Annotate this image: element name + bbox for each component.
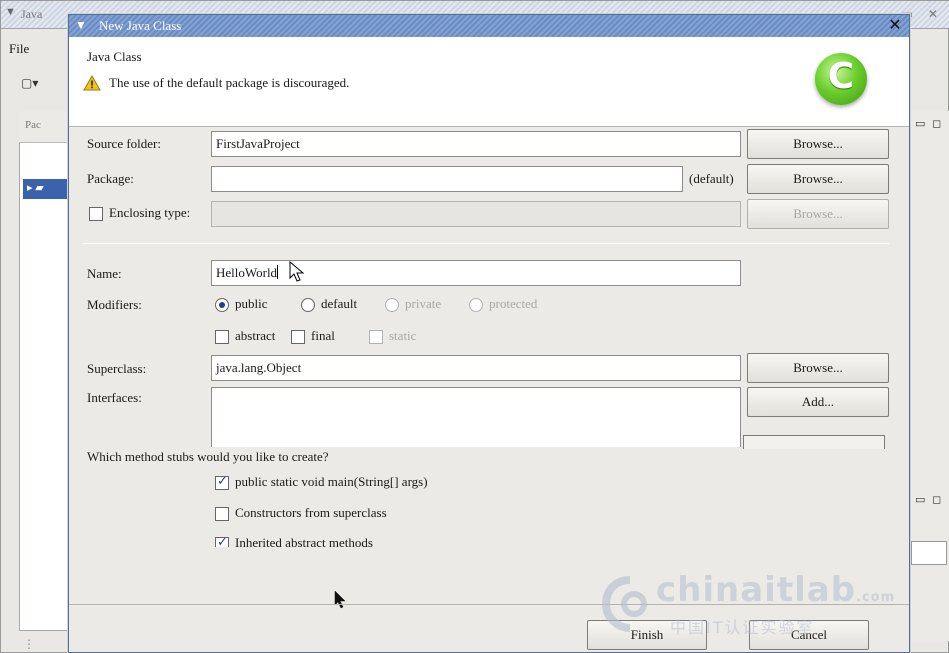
banner-title: Java Class <box>87 49 142 64</box>
superclass-label: Superclass: <box>87 361 147 376</box>
ide-title: Java <box>21 7 43 21</box>
separator <box>83 243 889 244</box>
modifiers-label: Modifiers: <box>87 297 142 312</box>
new-wizard-icon[interactable]: ▢▾ <box>21 76 61 96</box>
package-label: Package: <box>87 171 134 186</box>
footer-separator <box>69 604 909 605</box>
class-name-value: HelloWorld <box>216 265 278 280</box>
mouse-pointer-icon <box>334 590 346 609</box>
warning-icon <box>83 75 101 91</box>
browse-package-button[interactable]: Browse... <box>747 164 889 194</box>
name-label: Name: <box>87 266 122 281</box>
stub-constructors-checkbox[interactable] <box>215 507 229 521</box>
text-caret <box>277 265 279 279</box>
modifier-private-radio[interactable] <box>385 298 399 312</box>
menu-file[interactable]: File <box>9 41 29 57</box>
right-pane-field[interactable] <box>911 541 947 565</box>
stub-main-label: public static void main(String[] args) <box>235 474 428 489</box>
interfaces-list[interactable] <box>211 387 741 447</box>
enclosing-type-field[interactable] <box>211 201 741 227</box>
modifier-default-radio[interactable] <box>301 298 315 312</box>
modifier-final-label: final <box>311 328 335 343</box>
dialog-banner: Java Class The use of the default packag… <box>69 37 909 127</box>
superclass-field[interactable]: java.lang.Object <box>211 355 741 381</box>
interfaces-label: Interfaces: <box>87 390 142 405</box>
minimize-maximize-icon[interactable]: ▭ ◻ <box>915 117 943 130</box>
modifier-default-label: default <box>321 296 358 311</box>
modifier-abstract-checkbox[interactable] <box>215 330 229 344</box>
package-explorer-tab-label: Pac <box>25 119 41 131</box>
dialog-menu-icon[interactable]: ▼ <box>75 18 87 33</box>
modifier-private-label: private <box>405 296 442 311</box>
enclosing-type-label: Enclosing type: <box>109 205 191 220</box>
modifier-protected-label: protected <box>489 296 538 311</box>
add-interface-button[interactable]: Add... <box>747 387 889 417</box>
dialog-title: New Java Class <box>99 18 182 33</box>
package-field[interactable] <box>211 166 683 192</box>
browse-source-folder-button[interactable]: Browse... <box>747 129 889 159</box>
enclosing-type-checkbox[interactable] <box>89 207 103 221</box>
source-folder-label: Source folder: <box>87 136 162 151</box>
modifier-public-radio[interactable] <box>215 298 229 312</box>
source-folder-field[interactable]: FirstJavaProject <box>211 131 741 157</box>
new-java-class-dialog: ▼ New Java Class ✕ Java Class The use of… <box>68 14 910 653</box>
modifier-final-checkbox[interactable] <box>291 330 305 344</box>
modifier-static-label: static <box>389 328 417 343</box>
minimize-maximize-icon[interactable]: ▭ ◻ <box>915 493 943 506</box>
right-pane <box>907 111 949 491</box>
stub-inherited-label: Inherited abstract methods <box>235 535 373 547</box>
modifier-static-checkbox[interactable] <box>369 330 383 344</box>
method-stubs-section: Which method stubs would you like to cre… <box>69 439 909 547</box>
cancel-button[interactable]: Cancel <box>749 620 869 650</box>
modifier-abstract-label: abstract <box>235 328 276 343</box>
folder-icon: ▸ ▰ <box>27 182 44 194</box>
stubs-question: Which method stubs would you like to cre… <box>87 449 329 464</box>
dialog-title-bar: ▼ New Java Class ✕ <box>69 15 909 37</box>
mouse-cursor-icon <box>289 261 305 282</box>
window-menu-icon[interactable]: ▼ <box>5 6 16 18</box>
browse-superclass-button[interactable]: Browse... <box>747 353 889 383</box>
banner-message: The use of the default package is discou… <box>109 75 350 90</box>
stub-constructors-label: Constructors from superclass <box>235 505 387 520</box>
stub-main-checkbox[interactable] <box>215 474 229 490</box>
grip-icon: ⋮ <box>23 637 35 651</box>
logo-letter: C <box>827 56 855 97</box>
package-default-hint: (default) <box>689 171 734 186</box>
stub-inherited-checkbox[interactable] <box>215 535 229 547</box>
browse-enclosing-type-button[interactable]: Browse... <box>747 199 889 229</box>
finish-button[interactable]: Finish <box>587 620 707 650</box>
java-class-logo-icon: C <box>815 53 867 105</box>
close-icon[interactable]: ✕ <box>885 15 905 35</box>
modifier-protected-radio[interactable] <box>469 298 483 312</box>
modifier-public-label: public <box>235 296 268 311</box>
